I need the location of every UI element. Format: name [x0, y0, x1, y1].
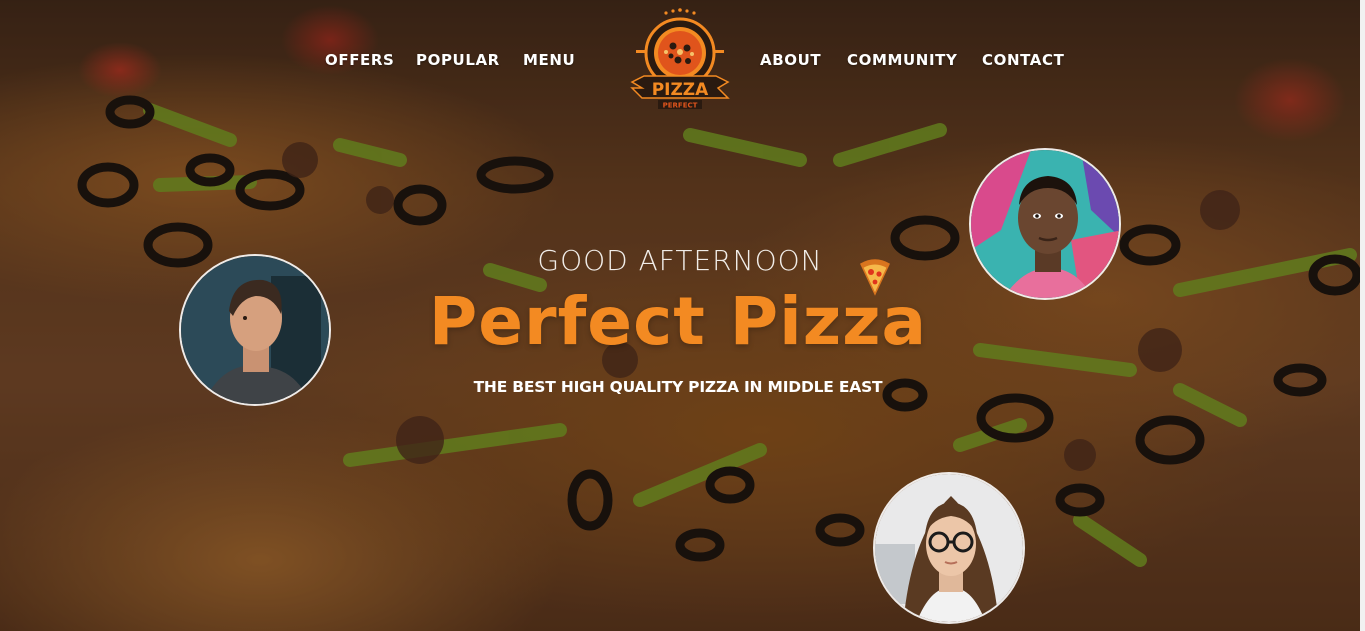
customer-avatar-man-profile[interactable] [179, 254, 331, 406]
nav-offers[interactable]: OFFERS [325, 51, 394, 69]
customer-avatar-woman-glasses[interactable] [873, 472, 1025, 624]
nav-about[interactable]: ABOUT [760, 51, 821, 69]
pizza-perfect-logo[interactable]: PIZZA PERFECT [628, 8, 732, 112]
logo-text: PIZZA [652, 80, 709, 100]
customer-avatar-man-smiling[interactable] [969, 148, 1121, 300]
logo-subtext: PERFECT [663, 102, 698, 110]
nav-popular[interactable]: POPULAR [416, 51, 500, 69]
pizza-slice-icon [858, 258, 892, 296]
nav-contact[interactable]: CONTACT [982, 51, 1064, 69]
scrollbar-track[interactable] [1360, 0, 1365, 631]
nav-community[interactable]: COMMUNITY [847, 51, 957, 69]
nav-menu[interactable]: MENU [523, 51, 575, 69]
